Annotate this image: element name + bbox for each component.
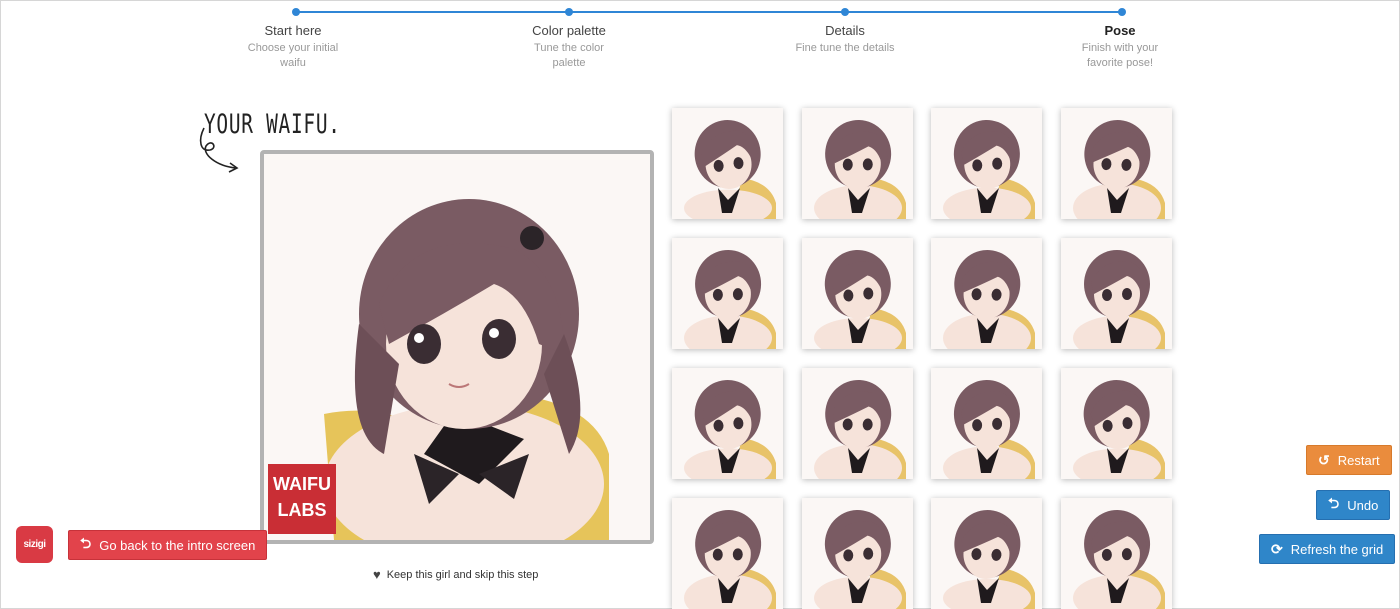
waifu-thumbnail (802, 108, 913, 219)
step-title: Start here (264, 23, 322, 38)
pose-variation-cell[interactable] (1061, 108, 1172, 219)
undo-button[interactable]: ⮌ Undo (1316, 490, 1391, 520)
step-subtitle: Fine tune the details (785, 41, 905, 56)
refresh-grid-button[interactable]: ⟳ Refresh the grid (1259, 534, 1396, 564)
selected-waifu-portrait: WAIFU LABS (260, 150, 654, 544)
waifu-thumbnail (802, 238, 913, 349)
pose-variation-cell[interactable] (802, 498, 913, 609)
step-subtitle: Choose your initial waifu (233, 41, 353, 71)
step-subtitle: Tune the color palette (509, 41, 629, 71)
step-subtitle: Finish with your favorite pose! (1060, 41, 1180, 71)
waifu-thumbnail (672, 108, 783, 219)
step-dot-start (292, 8, 300, 16)
button-label: Refresh the grid (1290, 541, 1384, 557)
heart-icon: ♥ (373, 567, 381, 582)
step-subtitle-line: favorite pose! (1086, 57, 1154, 69)
waifu-thumbnail (1061, 238, 1172, 349)
pose-variation-cell[interactable] (931, 498, 1042, 609)
progress-stepper: Start here Choose your initial waifu Col… (1, 1, 1400, 81)
button-label: Go back to the intro screen (99, 537, 256, 553)
restart-button[interactable]: ↺ Restart (1306, 445, 1392, 475)
pose-variation-cell[interactable] (802, 108, 913, 219)
step-dot-details (841, 8, 849, 16)
pose-variation-cell[interactable] (802, 238, 913, 349)
pose-variation-cell[interactable] (672, 368, 783, 479)
step-dot-pose (1118, 8, 1126, 16)
go-back-intro-button[interactable]: ⮌ Go back to the intro screen (68, 530, 268, 560)
pose-variation-cell[interactable] (1061, 368, 1172, 479)
waifu-thumbnail (931, 238, 1042, 349)
waifu-thumbnail (931, 368, 1042, 479)
step-subtitle-line: Fine tune the details (795, 42, 895, 54)
pose-variation-cell[interactable] (672, 498, 783, 609)
waifu-thumbnail (1061, 498, 1172, 609)
sizigi-logo[interactable]: sizigi (16, 526, 53, 563)
waifu-thumbnail (672, 238, 783, 349)
step-start-here[interactable]: Start here Choose your initial waifu (233, 21, 353, 71)
refresh-icon: ⟳ (1271, 540, 1283, 557)
waifu-thumbnail (931, 498, 1042, 609)
waifu-thumbnail (802, 368, 913, 479)
waifu-thumbnail (802, 498, 913, 609)
pose-variation-cell[interactable] (931, 368, 1042, 479)
restart-icon: ↺ (1318, 451, 1330, 468)
step-color-palette[interactable]: Color palette Tune the color palette (509, 21, 629, 71)
step-subtitle-line: Tune the color (534, 42, 604, 54)
step-dot-color (565, 8, 573, 16)
pose-variation-cell[interactable] (1061, 498, 1172, 609)
pose-variation-cell[interactable] (802, 368, 913, 479)
step-subtitle-line: palette (552, 57, 586, 69)
pose-variation-cell[interactable] (931, 238, 1042, 349)
waifu-thumbnail (672, 498, 783, 609)
step-title: Details (825, 23, 865, 38)
watermark-line: WAIFU (273, 474, 331, 494)
step-details[interactable]: Details Fine tune the details (785, 21, 905, 56)
stepper-line (296, 11, 1122, 13)
button-label: Undo (1347, 497, 1379, 513)
pose-variation-cell[interactable] (672, 108, 783, 219)
step-title: Pose (1104, 23, 1136, 38)
step-subtitle-line: Finish with your (1081, 42, 1159, 54)
undo-arrow-icon: ⮌ (1328, 495, 1340, 511)
waifu-thumbnail (1061, 368, 1172, 479)
pose-variation-cell[interactable] (672, 238, 783, 349)
step-subtitle-line: waifu (280, 57, 306, 69)
keep-link-label: Keep this girl and skip this step (386, 568, 539, 581)
pose-variation-cell[interactable] (1061, 238, 1172, 349)
button-label: Restart (1337, 452, 1380, 468)
pose-variation-cell[interactable] (931, 108, 1042, 219)
step-pose[interactable]: Pose Finish with your favorite pose! (1060, 21, 1180, 71)
watermark-line: LABS (278, 500, 327, 520)
undo-arrow-icon: ⮌ (80, 535, 92, 551)
step-title: Color palette (532, 23, 606, 38)
curly-arrow-icon (199, 127, 239, 173)
step-subtitle-line: Choose your initial (247, 42, 339, 54)
waifu-thumbnail (672, 368, 783, 479)
keep-girl-skip-link[interactable]: ♥ Keep this girl and skip this step (373, 567, 538, 582)
waifu-thumbnail (1061, 108, 1172, 219)
waifu-thumbnail (931, 108, 1042, 219)
waifu-portrait-image: WAIFU LABS (264, 154, 650, 540)
